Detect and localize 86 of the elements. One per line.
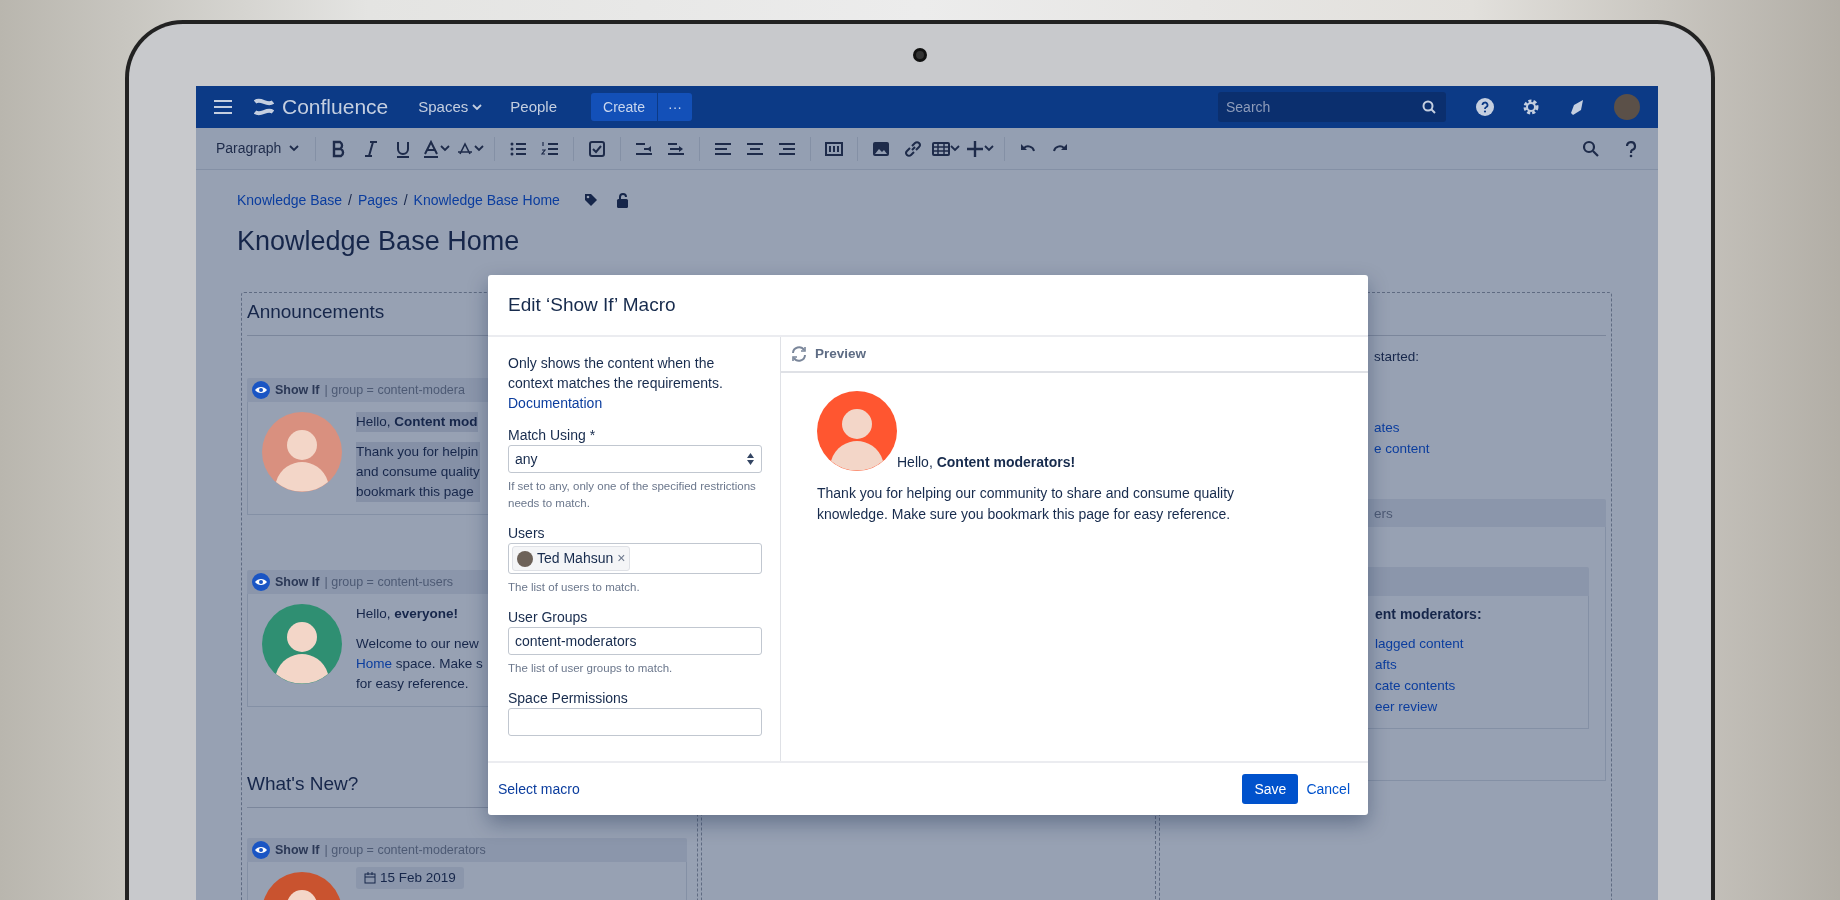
save-button[interactable]: Save [1242,774,1299,804]
eye-icon [252,381,270,399]
content-link[interactable]: ates [1374,417,1606,438]
user-token[interactable]: Ted Mahsun × [512,546,631,571]
macro-header[interactable]: Show If | group = content-moderators [247,838,687,862]
breadcrumb-link[interactable]: Knowledge Base [237,189,343,211]
greeting-text: Hello, Content mod [356,412,478,432]
macro-condition: | group = content-moderators [324,841,486,859]
more-button[interactable]: ··· [657,93,693,121]
paragraph-dropdown[interactable]: Paragraph [210,134,306,163]
macro-condition: | group = content-modera [324,381,465,399]
content-link[interactable]: lagged content [1375,633,1588,654]
plus-icon[interactable] [966,139,985,158]
help-text: The list of user groups to match. [508,661,674,676]
page-title: Knowledge Base Home [237,225,521,258]
help-text: The list of users to match. [508,580,641,595]
field-label: User Groups [508,608,589,627]
intro-text: started: [1374,348,1421,366]
help-icon[interactable] [1476,98,1494,116]
eye-icon [252,841,270,859]
numbered-list-icon[interactable] [541,139,560,158]
avatar-icon [262,412,342,492]
avatar-icon [262,604,342,684]
breadcrumb-separator: / [348,190,352,210]
select-macro-link[interactable]: Select macro [498,778,580,800]
user-avatar [517,550,533,567]
tag-icon[interactable] [583,193,598,207]
calendar-icon [364,872,376,884]
greeting-text: Hello, everyone! [356,605,459,623]
caret-icon [984,145,995,152]
content-link[interactable]: cate contents [1375,675,1588,696]
field-label: Match Using * [508,426,597,445]
macro-label: Show If [275,381,320,399]
padlock-icon[interactable] [615,192,629,208]
content-link[interactable]: eer review [1375,696,1588,717]
nav-link[interactable]: People [500,91,567,123]
table-icon[interactable] [932,139,951,158]
macro-label: Show If [275,841,320,859]
sort-icon [746,452,755,466]
macro-label: Show If [275,573,320,591]
date-text: 15 Feb 2019 [380,868,456,887]
settings-icon[interactable] [1522,98,1540,116]
text-field[interactable] [508,708,762,736]
help-text: If set to any, only one of the specified restrictions needs to match. [508,479,757,511]
field-label: Space Permissions [508,689,629,708]
body-text: Thank you for helpin and consume quality bookmark this page [356,442,480,502]
caret-icon [472,103,483,111]
remove-button[interactable]: × [617,548,626,569]
preview-label: Preview [815,344,867,363]
macro-condition: | group = content-users [324,573,454,591]
body-text: Welcome to our new Home space. Make s for easy reference. [356,635,483,693]
content-link[interactable]: e content [1374,438,1606,459]
text-color-icon[interactable] [422,139,441,158]
image-icon[interactable] [872,139,891,158]
dialog-title: Edit ‘Show If’ Macro [488,275,1368,337]
caret-icon [289,145,300,152]
link-icon[interactable] [904,139,923,158]
refresh-icon [791,346,807,362]
logo-icon [254,98,274,116]
search-field[interactable]: Search [1218,92,1446,122]
field-label: Users [508,524,546,543]
select-field[interactable]: any [508,445,762,473]
panel-heading: ent moderators: [1375,605,1483,624]
search-icon[interactable] [1582,139,1600,158]
menu-icon[interactable] [214,100,232,114]
create-button[interactable]: Create [591,93,658,121]
checkbox-icon[interactable] [588,139,607,158]
breadcrumb-separator: / [403,190,408,210]
macro-condition: ers [1374,504,1393,523]
breadcrumb-link[interactable]: Pages [357,189,398,211]
caret-icon [440,145,451,152]
greeting-text: Hello, Content moderators! [897,453,1076,471]
cancel-button[interactable]: Cancel [1298,774,1358,804]
logo-text: Confluence [282,94,389,121]
caret-icon [950,145,961,152]
text-field[interactable]: content-moderators [508,627,762,655]
caret-icon [474,145,485,152]
camera-lens [913,48,927,62]
avatar-icon [817,391,897,471]
users-field[interactable]: Ted Mahsun × [508,543,762,574]
search-icon [1422,100,1436,114]
content-link[interactable]: afts [1375,654,1588,675]
layout-icon[interactable] [825,139,844,158]
nav-link[interactable]: Spaces [408,91,493,123]
eye-icon [252,573,270,591]
breadcrumb-link[interactable]: Knowledge Base Home [413,189,560,211]
